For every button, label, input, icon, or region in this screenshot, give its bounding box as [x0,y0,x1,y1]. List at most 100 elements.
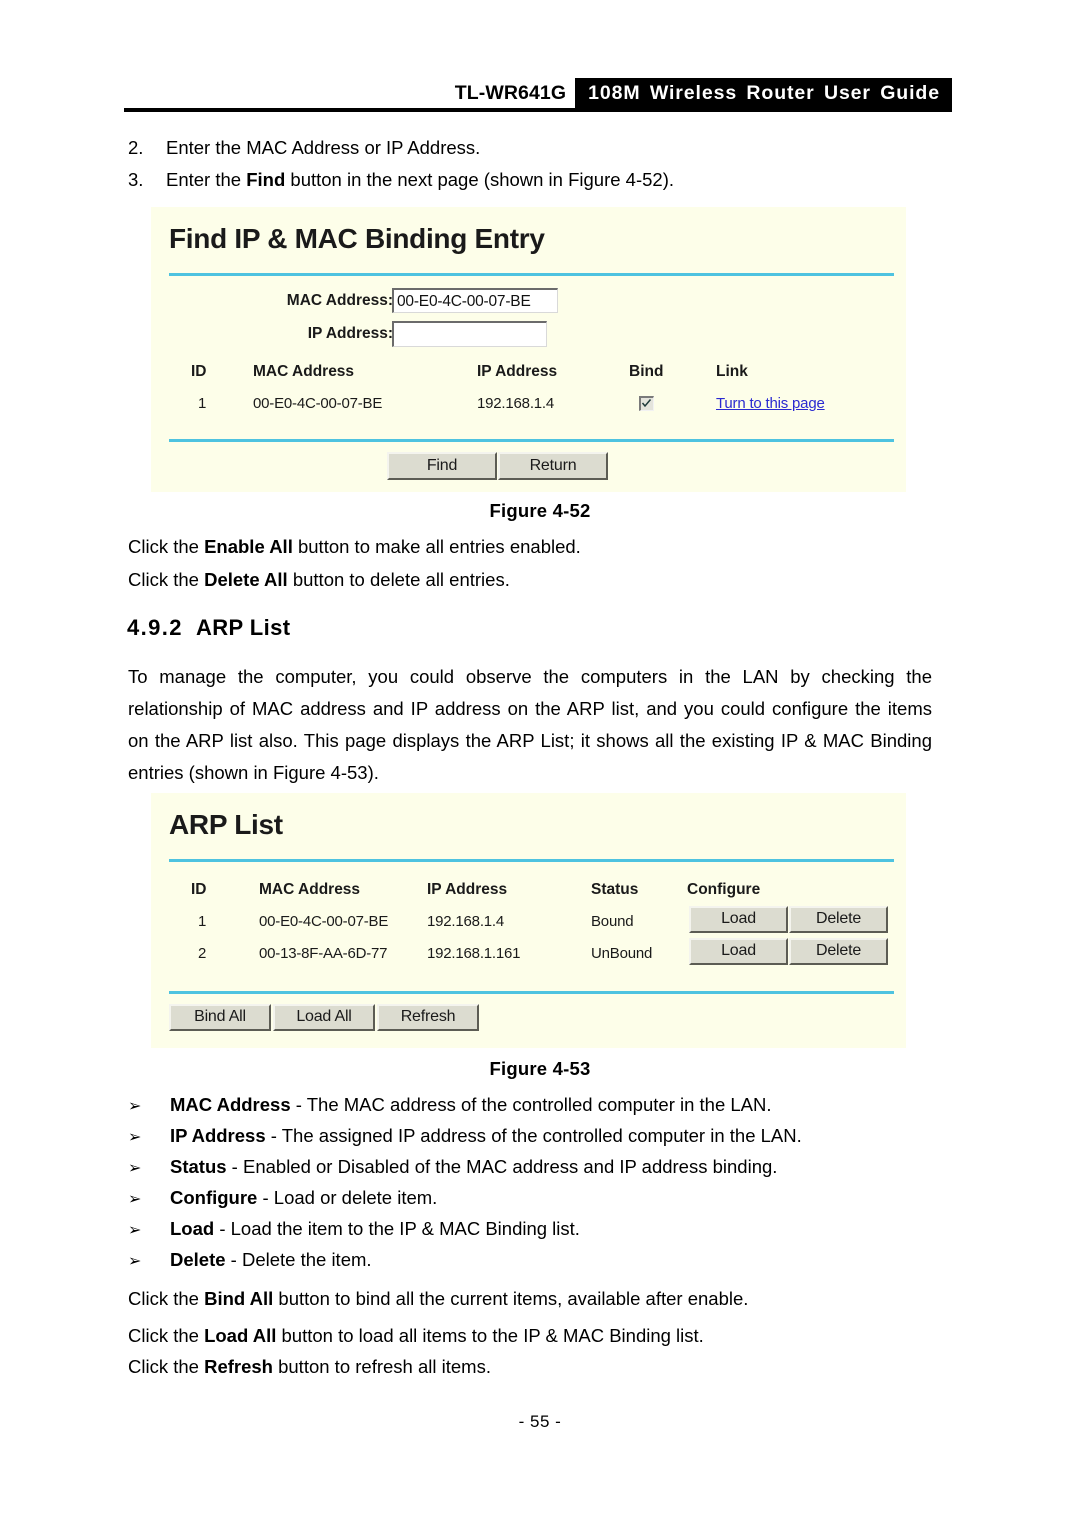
paragraph-line-4: entries (shown in Figure 4-53). [128,762,379,783]
arrow-bullet-icon: ➢ [128,1253,142,1270]
bind-all-note: Click the Bind All button to bind all th… [128,1283,748,1314]
definition-description: - The assigned IP address of the control… [265,1125,802,1146]
note-post: button to bind all the current items, av… [273,1288,749,1309]
mac-address-input[interactable]: 00-E0-4C-00-07-BE [392,288,558,313]
definition-item-ip-address: ➢ IP Address - The assigned IP address of… [128,1120,802,1153]
col-header-link: Link [716,363,748,380]
step-item-3: 3. Enter the Find button in the next page… [128,164,674,195]
bind-checkbox[interactable] [639,396,654,411]
note-post: button to load all items to the IP & MAC… [276,1325,704,1346]
figure-53-bottom-divider [169,991,894,994]
col-header-bind: Bind [629,363,664,380]
definition-description: - The MAC address of the controlled comp… [290,1094,772,1115]
definition-description: - Load or delete item. [257,1187,438,1208]
header-title-band: 108M Wireless Router User Guide [575,78,952,108]
definition-description: - Delete the item. [225,1249,372,1270]
enable-all-note: Click the Enable All button to make all … [128,531,581,562]
definition-item-load: ➢ Load - Load the item to the IP & MAC Bi… [128,1213,580,1246]
col-header-mac-address: MAC Address [253,363,355,380]
ip-address-input[interactable] [392,321,547,347]
section-title: ARP List [195,615,291,640]
step-text-bold: Find [246,169,286,190]
step-text: Enter the MAC Address or IP Address. [166,137,481,158]
find-button[interactable]: Find [387,452,497,480]
note-bold: Bind All [204,1288,274,1309]
table-row-id: 1 [198,395,207,412]
note-post: button to make all entries enabled. [292,536,581,557]
arrow-bullet-icon: ➢ [128,1191,142,1208]
table-row-mac: 00-13-8F-AA-6D-77 [259,945,388,962]
table-row-ip: 192.168.1.161 [427,945,521,962]
definition-term: IP Address [170,1125,266,1146]
figure-4-53-panel: ARP List ID MAC Address IP Address Statu… [151,793,906,1048]
table-row-id: 1 [198,913,207,930]
table-row-mac: 00-E0-4C-00-07-BE [253,395,383,412]
figure-53-title: ARP List [169,809,283,840]
mac-address-label: MAC Address: [286,292,393,309]
table-row-mac: 00-E0-4C-00-07-BE [259,913,389,930]
note-pre: Click the [128,1288,205,1309]
col-header-ip-address: IP Address [427,881,508,898]
paragraph-line-2: relationship of MAC address and IP addre… [128,698,932,719]
page-number: - 55 - [518,1412,562,1431]
bind-all-button[interactable]: Bind All [169,1004,271,1031]
row-2-load-button[interactable]: Load [689,938,788,965]
load-all-button[interactable]: Load All [273,1004,375,1031]
step-text-pre: Enter the [166,169,247,190]
turn-to-this-page-link[interactable]: Turn to this page [716,395,825,412]
definition-description: - Load the item to the IP & MAC Binding … [214,1218,580,1239]
definition-item-delete: ➢ Delete - Delete the item. [128,1244,372,1277]
refresh-button[interactable]: Refresh [377,1004,479,1031]
section-number: 4.9.2 [127,615,183,640]
note-bold: Load All [204,1325,277,1346]
step-item-2: 2. Enter the MAC Address or IP Address. [128,132,480,163]
paragraph-line-1: To manage the computer, you could observ… [128,666,932,687]
figure-52-bottom-divider [169,439,894,442]
note-bold: Enable All [204,536,293,557]
ip-address-label: IP Address: [307,325,393,342]
figure-52-title: Find IP & MAC Binding Entry [169,223,545,254]
row-2-delete-button[interactable]: Delete [789,938,888,965]
arrow-bullet-icon: ➢ [128,1160,142,1177]
definition-term: Delete [170,1249,226,1270]
header-model-name: TL-WR641G [454,81,567,104]
step-text-post: button in the next page (shown in Figure… [285,169,675,190]
step-number: 3. [128,169,144,190]
note-post: button to delete all entries. [287,569,510,590]
definition-description: - Enabled or Disabled of the MAC address… [226,1156,778,1177]
refresh-note: Click the Refresh button to refresh all … [128,1351,491,1382]
load-all-note: Click the Load All button to load all it… [128,1320,704,1351]
step-number: 2. [128,137,144,158]
intro-paragraph: To manage the computer, you could observ… [128,661,932,789]
section-heading: 4.9.2 ARP List [127,615,290,641]
page-header: TL-WR641G 108M Wireless Router User Guid… [124,78,952,112]
figure-4-52-panel: Find IP & MAC Binding Entry MAC Address:… [151,207,906,492]
note-bold: Refresh [204,1356,273,1377]
figure-52-top-divider [169,273,894,276]
col-header-id: ID [191,363,207,380]
col-header-configure: Configure [687,881,761,898]
col-header-ip-address: IP Address [477,363,558,380]
note-post: button to refresh all items. [272,1356,491,1377]
figure-52-caption: Figure 4-52 [489,500,591,521]
arrow-bullet-icon: ➢ [128,1222,142,1239]
row-1-delete-button[interactable]: Delete [789,906,888,933]
definition-term: MAC Address [170,1094,291,1115]
row-1-load-button[interactable]: Load [689,906,788,933]
figure-53-caption: Figure 4-53 [489,1058,591,1079]
checkmark-icon [641,399,652,408]
definition-term: Load [170,1218,215,1239]
note-pre: Click the [128,1356,205,1377]
note-pre: Click the [128,1325,205,1346]
arrow-bullet-icon: ➢ [128,1129,142,1146]
arrow-bullet-icon: ➢ [128,1098,142,1115]
return-button[interactable]: Return [498,452,608,480]
paragraph-line-3: on the ARP list also. This page displays… [128,730,932,751]
note-pre: Click the [128,569,205,590]
definition-item-mac-address: ➢ MAC Address - The MAC address of the co… [128,1089,772,1122]
definition-term: Status [170,1156,227,1177]
note-bold: Delete All [204,569,288,590]
definition-item-configure: ➢ Configure - Load or delete item. [128,1182,437,1215]
table-row-ip: 192.168.1.4 [427,913,505,930]
delete-all-note: Click the Delete All button to delete al… [128,564,510,595]
